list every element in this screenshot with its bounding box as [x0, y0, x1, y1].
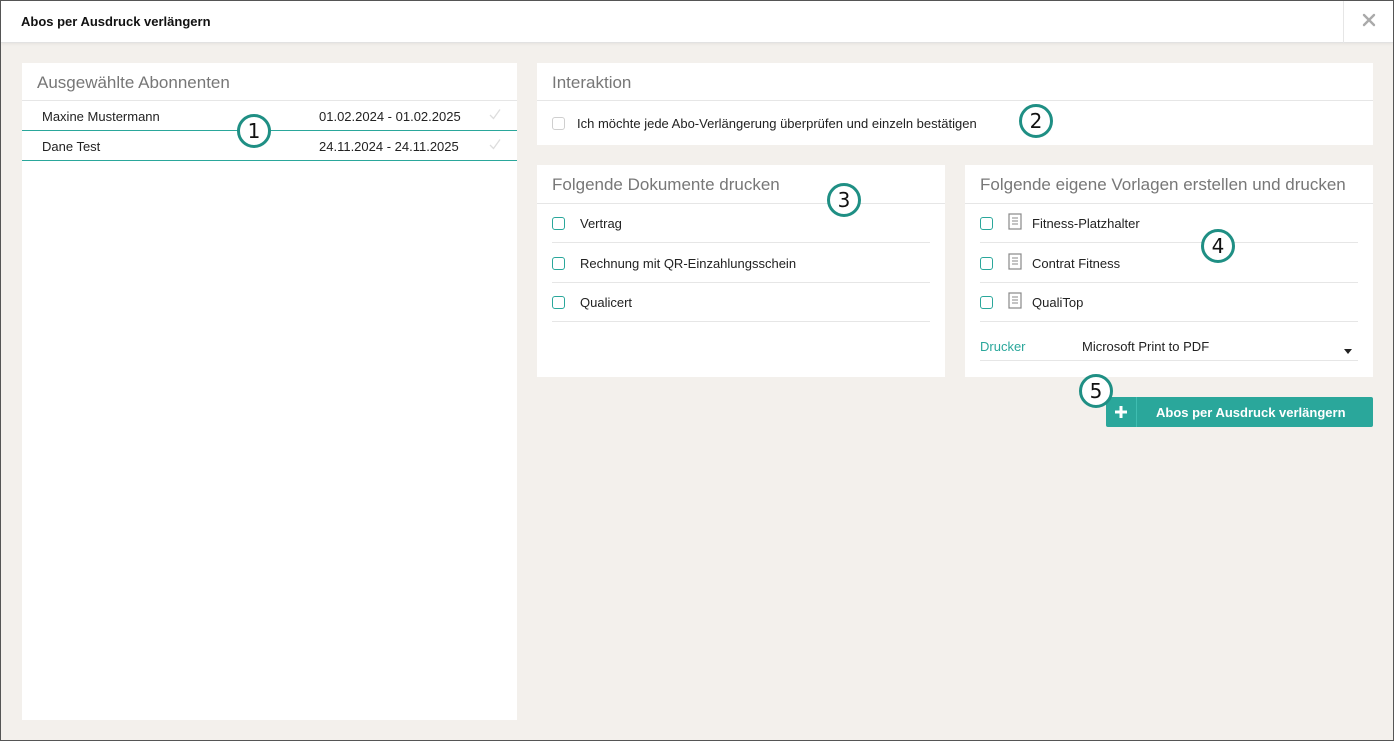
- template-label: Contrat Fitness: [1032, 255, 1121, 271]
- document-icon: [1008, 253, 1022, 273]
- close-icon: [1362, 13, 1376, 32]
- review-option[interactable]: Ich möchte jede Abo-Verlängerung überprü…: [552, 116, 977, 131]
- document-checkbox[interactable]: [552, 216, 565, 230]
- review-checkbox[interactable]: [552, 117, 565, 130]
- dialog-title: Abos per Ausdruck verlängern: [21, 14, 211, 29]
- close-button[interactable]: [1343, 1, 1393, 43]
- document-label: Vertrag: [580, 215, 622, 231]
- renew-button-label: Abos per Ausdruck verlängern: [1156, 405, 1346, 420]
- annotation-marker-5: 5: [1079, 374, 1113, 408]
- document-item[interactable]: Qualicert: [552, 283, 930, 322]
- templates-panel: Folgende eigene Vorlagen erstellen und d…: [965, 165, 1373, 377]
- annotation-marker-2: 2: [1019, 104, 1053, 138]
- template-label: QualiTop: [1032, 294, 1084, 310]
- panel-divider: [537, 100, 1373, 101]
- dialog-window: Abos per Ausdruck verlängern Ausgewählte…: [0, 0, 1394, 741]
- template-item[interactable]: QualiTop: [980, 283, 1358, 322]
- templates-title: Folgende eigene Vorlagen erstellen und d…: [980, 175, 1346, 194]
- review-checkbox-label: Ich möchte jede Abo-Verlängerung überprü…: [577, 116, 977, 131]
- interaction-title: Interaktion: [552, 73, 632, 92]
- printer-select[interactable]: Drucker Microsoft Print to PDF: [980, 329, 1358, 361]
- caret-down-icon: [1344, 342, 1352, 357]
- subscriber-name: Dane Test: [42, 139, 101, 154]
- printer-value: Microsoft Print to PDF: [1082, 339, 1210, 354]
- subscribers-title: Ausgewählte Abonnenten: [37, 73, 230, 92]
- check-icon: [488, 137, 502, 154]
- documents-panel: Folgende Dokumente drucken Vertrag Rechn…: [537, 165, 945, 377]
- plus-icon: [1106, 397, 1137, 427]
- template-checkbox[interactable]: [980, 295, 993, 309]
- annotation-marker-1: 1: [237, 114, 271, 148]
- document-label: Qualicert: [580, 294, 633, 310]
- document-label: Rechnung mit QR-Einzahlungsschein: [580, 255, 797, 271]
- annotation-marker-4: 4: [1201, 229, 1235, 263]
- subscriber-name: Maxine Mustermann: [42, 109, 160, 124]
- document-item[interactable]: Rechnung mit QR-Einzahlungsschein: [552, 244, 930, 283]
- annotation-marker-3: 3: [827, 183, 861, 217]
- document-checkbox[interactable]: [552, 295, 565, 309]
- document-icon: [1008, 292, 1022, 312]
- template-label: Fitness-Platzhalter: [1032, 215, 1140, 231]
- template-checkbox[interactable]: [980, 256, 993, 270]
- printer-label: Drucker: [980, 339, 1026, 354]
- title-bar: Abos per Ausdruck verlängern: [1, 1, 1393, 43]
- interaction-panel: Interaktion Ich möchte jede Abo-Verlänge…: [537, 63, 1373, 145]
- check-icon: [488, 107, 502, 124]
- subscriber-period: 01.02.2024 - 01.02.2025: [319, 109, 461, 124]
- template-checkbox[interactable]: [980, 216, 993, 230]
- document-item[interactable]: Vertrag: [552, 204, 930, 243]
- documents-title: Folgende Dokumente drucken: [552, 175, 780, 194]
- subscribers-panel: Ausgewählte Abonnenten Maxine Mustermann…: [22, 63, 517, 720]
- subscriber-period: 24.11.2024 - 24.11.2025: [319, 139, 459, 154]
- template-item[interactable]: Contrat Fitness: [980, 244, 1358, 283]
- renew-by-print-button[interactable]: Abos per Ausdruck verlängern: [1106, 397, 1373, 427]
- document-icon: [1008, 213, 1022, 233]
- template-item[interactable]: Fitness-Platzhalter: [980, 204, 1358, 243]
- document-checkbox[interactable]: [552, 256, 565, 270]
